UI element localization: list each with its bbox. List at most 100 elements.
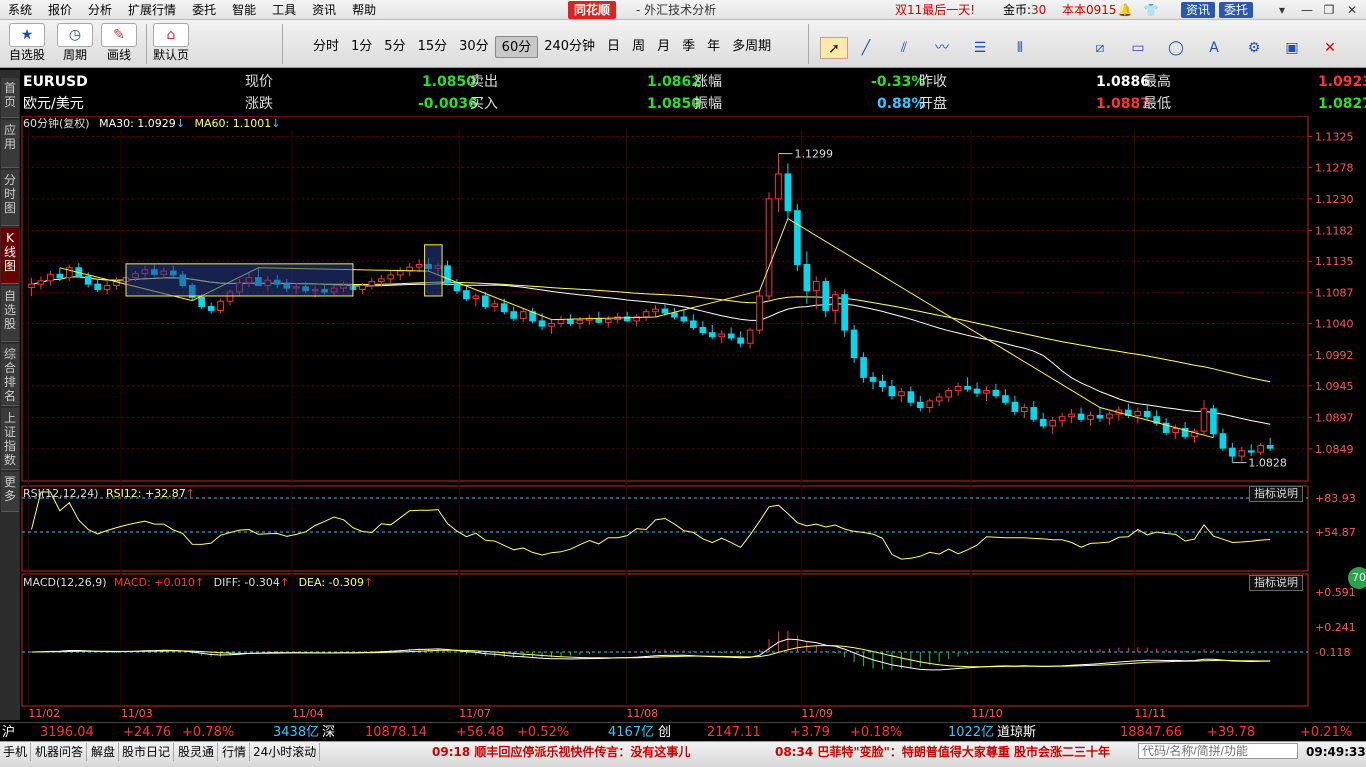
side-tab-watchlist[interactable]: 自选股	[1, 286, 19, 342]
channel-icon[interactable]: ⧄	[1086, 37, 1114, 59]
delete-icon[interactable]: ✕	[1316, 37, 1344, 59]
trade-button[interactable]: 委托	[1219, 2, 1254, 18]
side-tab-kline[interactable]: K线图	[1, 228, 19, 284]
watchlist-button[interactable]: ★ 自选股	[6, 23, 48, 65]
draw-button[interactable]: ✎ 画线	[98, 23, 140, 65]
period-week[interactable]: 周	[626, 36, 651, 58]
value-change: -0.0036	[418, 96, 478, 112]
bottom-tab-market[interactable]: 行情	[219, 743, 251, 761]
kline-chart[interactable]: 1.1325 1.1278 1.1230 1.1182 1.1135 1.1087 1.10…	[20, 116, 1366, 720]
bottom-tab-analysis[interactable]: 解盘	[88, 743, 120, 761]
candle-body	[879, 380, 886, 388]
period-30m[interactable]: 30分	[453, 36, 495, 58]
candle-body	[1106, 413, 1113, 419]
rect-icon[interactable]: ▭	[1124, 37, 1152, 59]
arrow-up-icon: ↑	[194, 576, 205, 589]
bottom-tab-diary[interactable]: 股市日记	[119, 743, 175, 761]
sz-volume: 4167亿	[608, 725, 655, 740]
label-price: 现价	[245, 74, 273, 90]
bottom-tab-24h[interactable]: 24小时滚动	[250, 743, 321, 761]
period-60m[interactable]: 60分	[494, 36, 539, 58]
candle-body	[56, 273, 64, 279]
menu-smart[interactable]: 智能	[224, 0, 264, 20]
side-tab-apps[interactable]: 应用	[1, 120, 19, 168]
candle-body	[652, 308, 659, 313]
period-fenshi[interactable]: 分时	[307, 36, 345, 58]
side-tab-home[interactable]: 首页	[1, 78, 19, 118]
menu-news[interactable]: 资讯	[304, 0, 344, 20]
candle-body	[28, 283, 35, 288]
value-ask: 1.0862	[647, 74, 702, 90]
coin-value: 30	[1031, 3, 1047, 17]
menu-system[interactable]: 系统	[0, 0, 40, 20]
minimize-icon[interactable]: —	[1297, 2, 1317, 18]
period-month[interactable]: 月	[651, 36, 676, 58]
quote-panel: EURUSD 欧元/美元 现价 1.0850 卖出 1.0862 涨幅 -0.3…	[20, 70, 1366, 116]
chart-canvas[interactable]: 1.1325 1.1278 1.1230 1.1182 1.1135 1.1087 1.10…	[20, 116, 1366, 720]
bottom-tab-mobile[interactable]: 手机	[0, 743, 32, 761]
close-icon[interactable]: ✕	[1342, 2, 1362, 18]
line-icon[interactable]: ╱	[852, 37, 880, 59]
code-search-input[interactable]	[1138, 743, 1298, 759]
period-button[interactable]: ◷ 周期	[54, 23, 96, 65]
bars-icon[interactable]: ⦀	[1006, 37, 1034, 59]
period-multi[interactable]: 多周期	[726, 36, 777, 58]
parallel-icon[interactable]: ⫽	[890, 37, 918, 59]
period-day[interactable]: 日	[601, 36, 626, 58]
news-ticker-1[interactable]: 09:18 顺丰回应停派乐视快件传言：没有这事儿	[432, 743, 690, 761]
menu-help[interactable]: 帮助	[344, 0, 384, 20]
news-button[interactable]: 资讯	[1181, 2, 1216, 18]
menu-quote[interactable]: 报价	[40, 0, 80, 20]
shirt-icon[interactable]: 👕	[1143, 2, 1159, 18]
candle-body	[973, 388, 981, 394]
period-5m[interactable]: 5分	[378, 36, 411, 58]
arrow-up-icon: ↑	[185, 487, 195, 500]
candle-body	[510, 311, 518, 319]
promo-link[interactable]: 双11最后一天!	[895, 0, 975, 20]
side-tab-timeshare[interactable]: 分时图	[1, 170, 19, 226]
period-240m[interactable]: 240分钟	[538, 36, 601, 58]
macd-explain-button[interactable]: 指标说明	[1249, 575, 1303, 591]
side-tab-sh-index[interactable]: 上证指数	[1, 408, 19, 470]
candle-body	[784, 173, 792, 212]
cursor-icon[interactable]: ➚	[820, 37, 848, 59]
ellipse-icon[interactable]: ◯	[1162, 37, 1190, 59]
bell-icon[interactable]: 🔔	[1117, 2, 1133, 18]
news-ticker-2[interactable]: 08:34 巴菲特"变脸"：特朗普值得大家尊重 股市会涨二三十年	[775, 743, 1110, 761]
wave-icon[interactable]: 〰	[928, 37, 956, 59]
default-page-button[interactable]: ⌂ 默认页	[150, 23, 192, 65]
menu-down-icon[interactable]: ▾	[1272, 2, 1292, 18]
menu-extended[interactable]: 扩展行情	[120, 0, 184, 20]
macd-label: MACD(12,26,9) MACD: +0.010↑ DIFF: -0.304…	[23, 576, 373, 590]
period-1m[interactable]: 1分	[345, 36, 378, 58]
menu-tools[interactable]: 工具	[264, 0, 304, 20]
arrow-down-icon: ↓	[271, 117, 281, 130]
dj-change: +39.78	[1207, 725, 1256, 740]
candle-body	[850, 329, 858, 359]
save-icon[interactable]: ▣	[1278, 37, 1306, 59]
menu-trade[interactable]: 委托	[184, 0, 224, 20]
maximize-icon[interactable]: ❐	[1319, 2, 1339, 18]
gear-icon[interactable]: ⚙	[1240, 37, 1268, 59]
fib-icon[interactable]: ☰	[966, 37, 994, 59]
pen-icon: ✎	[101, 23, 137, 47]
sh-value: 3196.04	[40, 725, 94, 740]
text-icon[interactable]: A	[1200, 37, 1228, 59]
float-badge[interactable]: 70	[1348, 567, 1366, 589]
side-tab-more[interactable]: 更多	[1, 472, 19, 512]
date-label: 11/10	[971, 707, 1003, 720]
candle-body	[1011, 401, 1019, 412]
bottom-tab-qa[interactable]: 机器问答	[32, 743, 88, 761]
candle-body	[463, 290, 470, 300]
candle-body	[519, 311, 527, 319]
account-name[interactable]: 本本0915	[1062, 0, 1117, 20]
rsi-explain-button[interactable]: 指标说明	[1249, 486, 1303, 502]
period-15m[interactable]: 15分	[412, 36, 454, 58]
dea-value: DEA: -0.309	[298, 576, 364, 589]
bottom-tab-stockbot[interactable]: 股灵通	[175, 743, 219, 761]
menu-analysis[interactable]: 分析	[80, 0, 120, 20]
sz-value: 10878.14	[365, 725, 428, 740]
side-tab-ranking[interactable]: 综合排名	[1, 344, 19, 406]
period-quarter[interactable]: 季	[676, 36, 701, 58]
period-year[interactable]: 年	[701, 36, 726, 58]
